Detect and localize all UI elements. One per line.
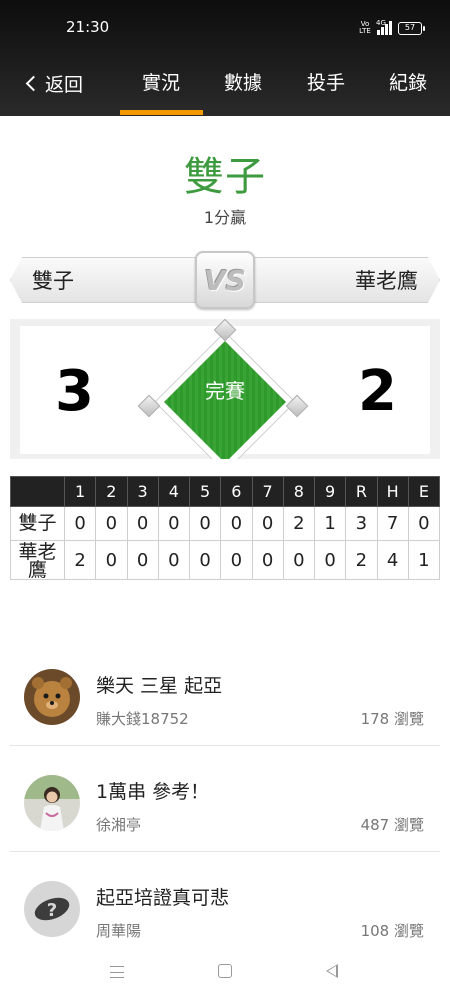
tab-live[interactable]: 實況: [142, 70, 180, 96]
inning-header: 5: [188, 476, 222, 507]
linescore-cell: 0: [157, 540, 191, 580]
network-type: 4G: [376, 19, 386, 27]
win-margin: 1分贏: [203, 208, 247, 227]
inning-header: 6: [220, 476, 253, 507]
list-item[interactable]: 樂天 三星 起亞 賺大錢18752 178 瀏覽: [10, 640, 440, 746]
post-views: 108 瀏覽: [360, 922, 424, 940]
linescore-cell: 2: [282, 506, 316, 541]
linescore-cell: 0: [313, 540, 347, 580]
inning-header: 3: [126, 476, 159, 507]
post-title[interactable]: 1萬串 參考！: [96, 777, 209, 804]
linescore-cell: 2: [63, 540, 97, 580]
linescore-cell: 0: [251, 506, 284, 541]
teddy-bear-avatar[interactable]: [24, 669, 80, 725]
matchup-banner: 雙子 華老鷹 VS: [10, 251, 440, 309]
linescore-hits: 7: [376, 506, 409, 541]
vs-badge: VS: [195, 251, 255, 309]
home-score: 2: [358, 359, 397, 424]
scoreboard: 3 2 完賽: [10, 319, 440, 459]
tab-stats[interactable]: 數據: [224, 70, 262, 96]
linescore-cell: 0: [251, 540, 284, 580]
linescore-team: 華老鷹: [10, 540, 65, 580]
hits-header: H: [376, 476, 409, 507]
linescore-row-away: 雙子 0 0 0 0 0 0 0 2 1 3 7 0: [10, 506, 441, 541]
linescore-errors: 0: [407, 506, 441, 541]
linescore-runs: 2: [345, 540, 378, 580]
top-nav: 返回 實況 數據 投手 紀錄: [0, 58, 450, 116]
inning-header: 7: [251, 476, 284, 507]
system-nav-bar: [0, 950, 450, 1000]
linescore-cell: 0: [282, 540, 316, 580]
svg-text:?: ?: [47, 900, 57, 921]
linescore-hits: 4: [376, 540, 409, 580]
linescore-cell: 0: [220, 540, 253, 580]
volte-icon: Vo LTE: [359, 20, 371, 35]
linescore-cell: 0: [126, 540, 159, 580]
linescore-errors: 1: [407, 540, 441, 580]
linescore-team: 雙子: [10, 506, 65, 541]
battery-icon: 57: [398, 21, 425, 35]
status-time: 21:30: [66, 18, 110, 36]
back-button[interactable]: 返回: [24, 70, 83, 96]
linescore-runs: 3: [345, 506, 378, 541]
menu-icon[interactable]: [110, 966, 124, 978]
list-item[interactable]: 1萬串 參考！ 徐湘亭 487 瀏覽: [10, 746, 440, 852]
inning-header: 9: [313, 476, 347, 507]
app-header: 21:30 Vo LTE 4G 57 返回 實況 數據 投手 紀錄: [0, 0, 450, 116]
person-photo-avatar[interactable]: [24, 775, 80, 831]
home-icon[interactable]: [218, 964, 232, 978]
status-bar: 21:30 Vo LTE 4G 57: [0, 0, 450, 58]
default-question-avatar[interactable]: ?: [24, 881, 80, 937]
inning-header: 1: [63, 476, 97, 507]
post-title[interactable]: 起亞培證真可悲: [96, 883, 229, 910]
game-status: 完賽: [205, 379, 245, 403]
inning-header: 2: [95, 476, 128, 507]
active-tab-indicator: [120, 110, 203, 115]
post-views: 487 瀏覽: [360, 816, 424, 834]
linescore-header-row: 1 2 3 4 5 6 7 8 9 R H E: [10, 476, 441, 507]
post-author: 周華陽: [96, 922, 142, 940]
back-label: 返回: [45, 73, 84, 96]
linescore-row-home: 華老鷹 2 0 0 0 0 0 0 0 0 2 4 1: [10, 540, 441, 580]
post-author: 賺大錢18752: [96, 710, 189, 728]
list-item[interactable]: ? 起亞培證真可悲 周華陽 108 瀏覽: [10, 852, 440, 958]
linescore-cell: 1: [313, 506, 347, 541]
linescore-cell: 0: [126, 506, 159, 541]
linescore-cell: 0: [188, 540, 222, 580]
away-team-name[interactable]: 雙子: [32, 265, 74, 295]
chevron-left-icon: [25, 75, 42, 91]
post-views: 178 瀏覽: [360, 710, 424, 728]
signal-icon: 4G: [376, 19, 392, 35]
post-title[interactable]: 樂天 三星 起亞: [96, 671, 222, 698]
linescore-cell: 0: [63, 506, 97, 541]
linescore-cell: 0: [157, 506, 191, 541]
battery-level: 57: [404, 22, 416, 32]
status-icons: Vo LTE 4G 57: [359, 19, 425, 36]
linescore-cell: 0: [188, 506, 222, 541]
winner-title: 雙子: [184, 154, 266, 200]
home-team-name[interactable]: 華老鷹: [355, 265, 418, 295]
tab-record[interactable]: 紀錄: [389, 70, 427, 96]
team-column-header: [10, 476, 65, 507]
linescore-table: 1 2 3 4 5 6 7 8 9 R H E 雙子 0 0 0 0 0 0 0…: [10, 476, 441, 580]
linescore-cell: 0: [95, 506, 128, 541]
runs-header: R: [345, 476, 378, 507]
back-triangle-icon[interactable]: [326, 964, 338, 978]
errors-header: E: [407, 476, 441, 507]
away-score: 3: [55, 359, 94, 424]
linescore-cell: 0: [220, 506, 253, 541]
post-author: 徐湘亭: [96, 816, 142, 834]
linescore-cell: 0: [95, 540, 128, 580]
tab-pitcher[interactable]: 投手: [307, 70, 345, 96]
inning-header: 8: [282, 476, 316, 507]
inning-header: 4: [157, 476, 191, 507]
